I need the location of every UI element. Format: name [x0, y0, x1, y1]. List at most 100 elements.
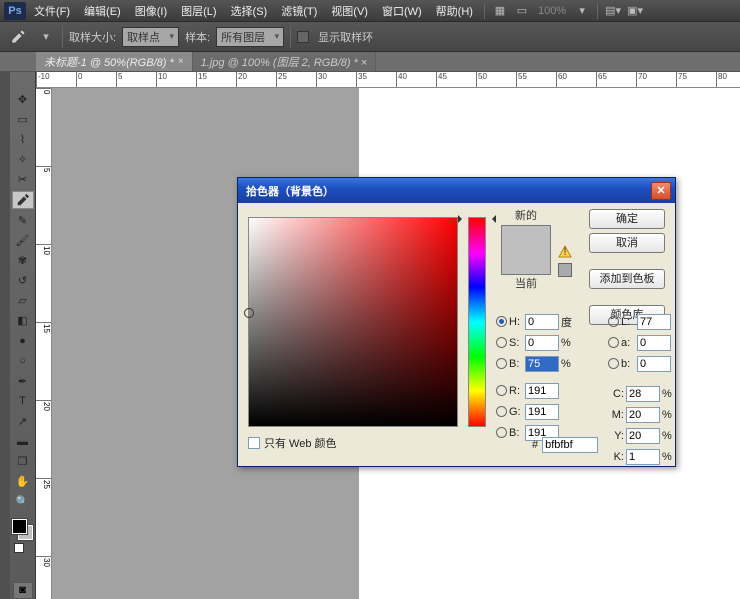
hex-input[interactable] [542, 437, 598, 453]
b-input[interactable] [525, 356, 559, 372]
hue-slider[interactable] [468, 217, 486, 427]
ok-button[interactable]: 确定 [589, 209, 665, 229]
radio-b[interactable] [496, 358, 507, 369]
menu-window[interactable]: 窗口(W) [376, 1, 428, 21]
blur-tool-icon[interactable]: ● [12, 332, 34, 350]
move-tool-icon[interactable]: ✥ [12, 90, 34, 108]
sample-layers-select[interactable]: 所有图层 [216, 27, 284, 47]
web-only-label: 只有 Web 颜色 [264, 435, 337, 451]
k-label: K: [608, 451, 624, 463]
menu-layer[interactable]: 图层(L) [175, 1, 222, 21]
dialog-title: 拾色器（背景色） [246, 183, 334, 199]
document-tab-bar: 未标题-1 @ 50%(RGB/8) *× 1.jpg @ 100% (图层 2… [0, 52, 740, 72]
g-label: G: [509, 406, 523, 418]
sample-size-select[interactable]: 取样点 [122, 27, 179, 47]
type-tool-icon[interactable]: T [12, 392, 34, 410]
eyedropper-tool-icon[interactable] [12, 191, 34, 209]
s-input[interactable] [525, 335, 559, 351]
color-field[interactable] [248, 217, 458, 427]
gradient-tool-icon[interactable]: ◧ [12, 312, 34, 330]
radio-L[interactable] [608, 316, 619, 327]
k-input[interactable] [626, 449, 660, 465]
vertical-ruler: 051015202530 [36, 88, 52, 599]
cancel-button[interactable]: 取消 [589, 233, 665, 253]
menu-bar: Ps 文件(F) 编辑(E) 图像(I) 图层(L) 选择(S) 滤镜(T) 视… [0, 0, 740, 22]
menu-image[interactable]: 图像(I) [129, 1, 173, 21]
3d-tool-icon[interactable]: ❒ [12, 453, 34, 471]
color-cursor[interactable] [244, 308, 254, 318]
show-ring-checkbox[interactable] [297, 31, 309, 43]
quickmask-icon[interactable]: ◙ [13, 582, 33, 599]
default-colors-icon[interactable] [14, 543, 24, 553]
crop-tool-icon[interactable]: ✂ [12, 171, 34, 189]
menu-help[interactable]: 帮助(H) [430, 1, 479, 21]
eraser-tool-icon[interactable]: ▱ [12, 292, 34, 310]
radio-g[interactable] [496, 406, 507, 417]
g-input[interactable] [525, 404, 559, 420]
y-input[interactable] [626, 428, 660, 444]
menu-edit[interactable]: 编辑(E) [78, 1, 127, 21]
a-input[interactable] [637, 335, 671, 351]
wand-tool-icon[interactable]: ✧ [12, 150, 34, 168]
radio-h[interactable] [496, 316, 507, 327]
menu-filter[interactable]: 滤镜(T) [275, 1, 323, 21]
stamp-tool-icon[interactable]: ✾ [12, 251, 34, 269]
dialog-titlebar[interactable]: 拾色器（背景色） ✕ [238, 178, 675, 203]
s-unit: % [561, 337, 577, 349]
r-input[interactable] [525, 383, 559, 399]
history-brush-tool-icon[interactable]: ↺ [12, 271, 34, 289]
radio-s[interactable] [496, 337, 507, 348]
close-icon[interactable]: × [178, 56, 184, 67]
arrange-icon[interactable]: ▤▾ [603, 2, 623, 20]
hand-tool-icon[interactable]: ✋ [12, 473, 34, 491]
color-swatches[interactable] [12, 519, 34, 550]
screenmode-icon[interactable]: ▣▾ [625, 2, 645, 20]
lb-input[interactable] [637, 356, 671, 372]
radio-r[interactable] [496, 385, 507, 396]
pen-tool-icon[interactable]: ✒ [12, 372, 34, 390]
document-tab[interactable]: 1.jpg @ 100% (图层 2, RGB/8) * × [193, 52, 377, 71]
lasso-tool-icon[interactable]: ⌇ [12, 130, 34, 148]
sample-label: 样本: [185, 29, 210, 45]
path-tool-icon[interactable]: ↗ [12, 412, 34, 430]
websafe-swatch-icon[interactable] [558, 263, 572, 277]
marquee-tool-icon[interactable]: ▭ [12, 110, 34, 128]
heal-tool-icon[interactable]: ✎ [12, 211, 34, 229]
hex-hash: # [532, 439, 538, 451]
menu-file[interactable]: 文件(F) [28, 1, 76, 21]
h-label: H: [509, 316, 523, 328]
tool-preset-chevron-icon[interactable]: ▾ [36, 28, 56, 46]
web-only-checkbox[interactable] [248, 437, 260, 449]
m-label: M: [608, 409, 624, 421]
dodge-tool-icon[interactable]: ○ [12, 352, 34, 370]
add-swatch-button[interactable]: 添加到色板 [589, 269, 665, 289]
new-current-swatch[interactable] [501, 225, 551, 275]
chevron-down-icon[interactable]: ▾ [572, 2, 592, 20]
eyedropper-tool-icon[interactable] [6, 26, 30, 48]
viewmode-icon[interactable]: ▭ [512, 2, 532, 20]
launch-bridge-icon[interactable]: ▦ [490, 2, 510, 20]
m-input[interactable] [626, 407, 660, 423]
svg-text:!: ! [563, 246, 566, 258]
radio-lb[interactable] [608, 358, 619, 369]
c-input[interactable] [626, 386, 660, 402]
shape-tool-icon[interactable]: ▬ [12, 432, 34, 450]
foreground-swatch[interactable] [12, 519, 27, 534]
menu-view[interactable]: 视图(V) [325, 1, 374, 21]
menu-select[interactable]: 选择(S) [225, 1, 274, 21]
app-logo: Ps [4, 2, 26, 20]
brush-tool-icon[interactable]: 🖌 [12, 231, 34, 249]
hue-slider-thumb[interactable] [464, 215, 490, 223]
L-input[interactable] [637, 314, 671, 330]
h-input[interactable] [525, 314, 559, 330]
options-bar: ▾ 取样大小: 取样点 样本: 所有图层 显示取样环 [0, 22, 740, 52]
toolbox: ✥ ▭ ⌇ ✧ ✂ ✎ 🖌 ✾ ↺ ▱ ◧ ● ○ ✒ T ↗ ▬ ❒ ✋ 🔍 … [10, 72, 36, 599]
document-tab[interactable]: 未标题-1 @ 50%(RGB/8) *× [36, 52, 193, 71]
a-label: a: [621, 337, 635, 349]
zoom-tool-icon[interactable]: 🔍 [12, 493, 34, 511]
L-label: L: [621, 316, 635, 328]
radio-a[interactable] [608, 337, 619, 348]
gamut-warning-icon[interactable]: ! [558, 245, 572, 259]
close-button[interactable]: ✕ [651, 182, 671, 200]
radio-bl[interactable] [496, 427, 507, 438]
